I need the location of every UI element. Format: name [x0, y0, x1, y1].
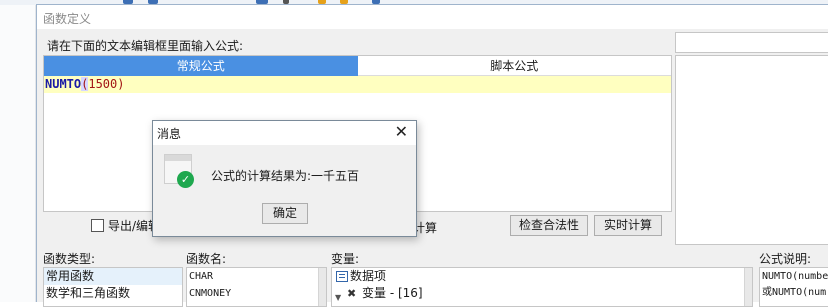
description-line: NUMTO(numbe — [762, 271, 828, 282]
tree-item-label: 变量 - [16] — [362, 286, 423, 300]
export-checkbox[interactable] — [91, 218, 104, 232]
tab-script-formula[interactable]: 脚本公式 — [357, 56, 671, 76]
tree-item-data-items[interactable]: 数据项 — [332, 268, 752, 285]
scrollbar[interactable] — [318, 268, 326, 306]
formula-description-label: 公式说明: — [759, 252, 812, 266]
list-item[interactable]: 数学和三角函数 — [44, 285, 182, 302]
variable-label: 变量: — [331, 252, 360, 266]
result-message: 公式的计算结果为:一千五百 — [211, 169, 360, 183]
grid-icon — [336, 271, 348, 282]
tab-regular-formula[interactable]: 常规公式 — [44, 56, 358, 76]
dialog-titlebar: 消息 ✕ — [153, 121, 416, 145]
formula-function-name: NUMTO — [45, 77, 82, 91]
list-item[interactable]: CNMONEY — [187, 285, 326, 302]
list-item[interactable]: CHAR — [187, 268, 326, 285]
function-type-label: 函数类型: — [43, 252, 96, 266]
host-app-background — [0, 5, 36, 302]
export-option[interactable]: 导出/编辑 — [91, 217, 160, 233]
realtime-calc-button[interactable]: 实时计算 — [594, 215, 662, 236]
close-icon[interactable]: ✕ — [395, 123, 408, 141]
check-validity-button[interactable]: 检查合法性 — [510, 215, 588, 236]
message-dialog: 消息 ✕ ✓ 公式的计算结果为:一千五百 确定 — [152, 120, 417, 237]
formula-argument: 1500) — [88, 77, 125, 91]
function-name-list[interactable]: CHAR CNMONEY — [186, 267, 327, 307]
right-preview-panel — [675, 55, 828, 245]
description-text: NUMTO(numbe 或NUMTO(num — [760, 268, 828, 302]
function-name-label: 函数名: — [186, 252, 227, 266]
variable-tree[interactable]: 数据项 ▼ ✖ 变量 - [16] — [331, 267, 753, 307]
tree-item-variables[interactable]: ▼ ✖ 变量 - [16] — [332, 285, 752, 302]
function-type-list[interactable]: 常用函数 数学和三角函数 — [43, 267, 183, 307]
description-line: 或NUMTO(num — [762, 287, 827, 298]
chevron-down-icon[interactable]: ▼ — [335, 289, 341, 306]
right-search-input[interactable] — [675, 32, 828, 53]
check-icon: ✓ — [177, 171, 194, 188]
scrollbar[interactable] — [744, 268, 752, 306]
dialog-title: 消息 — [157, 127, 182, 141]
ok-button[interactable]: 确定 — [262, 203, 308, 224]
success-document-icon: ✓ — [164, 154, 194, 188]
formula-description-box: NUMTO(numbe 或NUMTO(num — [759, 267, 828, 307]
formula-tabs: 常规公式 脚本公式 — [44, 56, 671, 76]
tree-item-label: 数据项 — [350, 269, 387, 283]
formula-editor[interactable]: NUMTO(1500) — [44, 76, 671, 93]
window-title: 函数定义 — [43, 12, 92, 26]
list-item[interactable]: 常用函数 — [44, 268, 182, 285]
variable-x-icon: ✖ — [347, 287, 357, 300]
editor-prompt-label: 请在下面的文本编辑框里面输入公式: — [47, 39, 244, 53]
window-titlebar: 函数定义 — [37, 5, 828, 29]
